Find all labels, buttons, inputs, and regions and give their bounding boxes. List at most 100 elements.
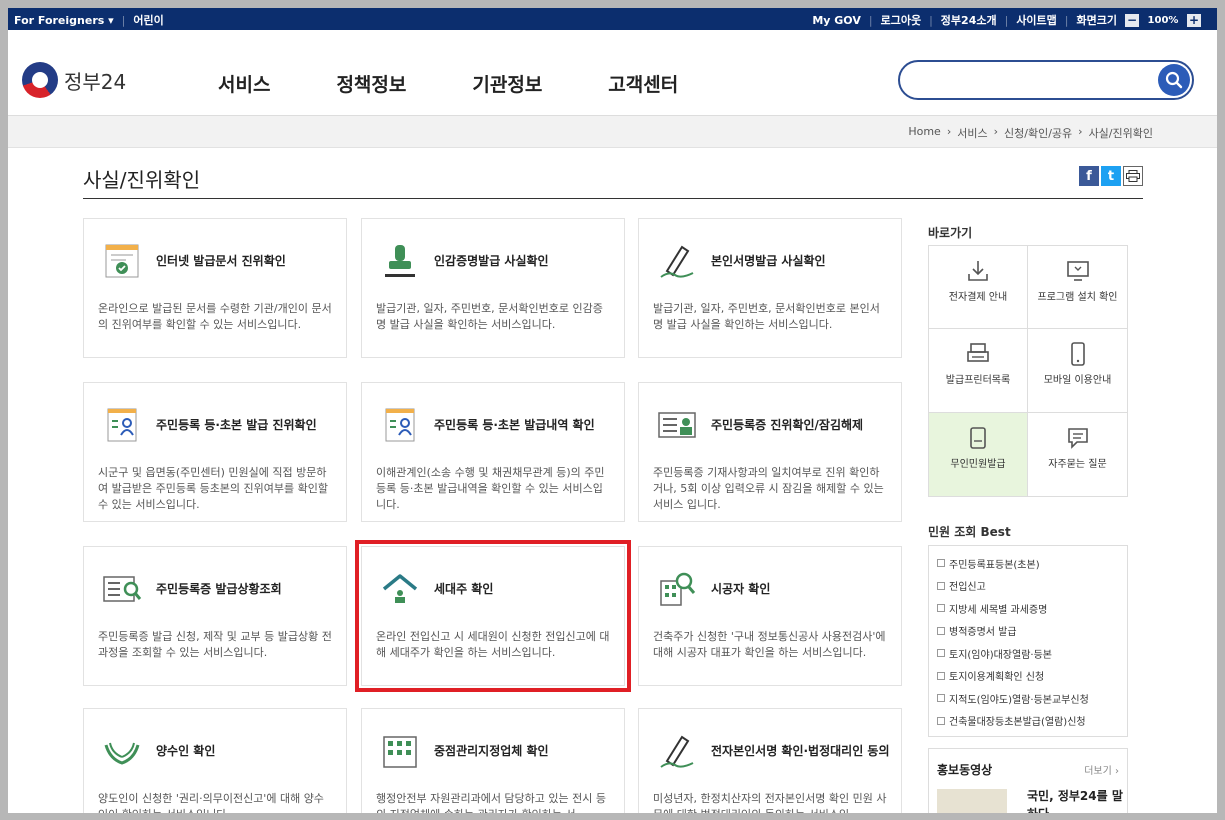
bullet-icon	[937, 671, 945, 680]
twitter-icon[interactable]: t	[1101, 166, 1121, 186]
card-householder-confirm[interactable]: 세대주 확인 온라인 전입신고 시 세대원이 신청한 전입신고에 대해 세대주가…	[355, 540, 631, 692]
logout-link[interactable]: 로그아웃	[881, 12, 921, 28]
card-transferee-confirm[interactable]: 양수인 확인 양도인이 신청한 '권리·의무이전신고'에 대해 양수인이 확인하…	[83, 708, 347, 813]
download-icon	[968, 261, 988, 281]
promo-headline[interactable]: 국민, 정부24를 말하다	[1027, 787, 1127, 813]
breadcrumb: Home › 서비스 › 신청/확인/공유 › 사실/진위확인	[908, 125, 1153, 141]
card-description: 발급기관, 일자, 주민번호, 문서확인번호로 본인서명 발급 사실을 확인하는…	[653, 302, 880, 331]
quick-payment-guide[interactable]: 전자결제 안내	[929, 246, 1028, 330]
list-item[interactable]: 지방세 세목별 과세증명	[937, 597, 1119, 620]
bullet-icon	[937, 604, 945, 613]
breadcrumb-bar: Home › 서비스 › 신청/확인/공유 › 사실/진위확인	[8, 116, 1217, 148]
zoom-in-button[interactable]: +	[1187, 13, 1201, 27]
card-title: 주민등록 등·초본 발급 진위확인	[156, 417, 317, 432]
card-id-card-verify[interactable]: 주민등록증 진위확인/잠김해제 주민등록증 기재사항과의 일치여부로 진위 확인…	[638, 382, 902, 522]
id-card-icon	[658, 412, 696, 438]
quick-label: 전자결제 안내	[948, 292, 1008, 303]
screen-size-label: 화면크기	[1076, 14, 1117, 27]
card-e-signature-guardian[interactable]: 전자본인서명 확인·법정대리인 동의 미성년자, 한정치산자의 전자본인서명 확…	[638, 708, 902, 813]
printer-icon	[967, 343, 989, 363]
for-foreigners-menu[interactable]: For Foreigners ▾	[14, 14, 114, 27]
quick-printer-list[interactable]: 발급프린터목록	[929, 329, 1028, 413]
list-item[interactable]: 주민등록표등본(초본)	[937, 552, 1119, 575]
nav-agency[interactable]: 기관정보	[472, 70, 542, 97]
utility-bar: For Foreigners ▾ | 어린이 My GOV | 로그아웃 | 정…	[8, 8, 1217, 30]
breadcrumb-current: 사실/진위확인	[1088, 127, 1153, 140]
card-description: 미성년자, 한정치산자의 전자본인서명 확인 민원 사무에 대한 법정대리인의 …	[653, 792, 887, 813]
card-designated-company-confirm[interactable]: 중점관리지정업체 확인 행정안전부 자원관리과에서 담당하고 있는 전시 등의 …	[361, 708, 625, 813]
house-icon	[382, 574, 418, 603]
gov24-logo[interactable]: 정부24	[22, 62, 126, 98]
breadcrumb-separator: ›	[993, 125, 999, 138]
sitemap-link[interactable]: 사이트맵	[1016, 12, 1056, 28]
card-id-card-issue-status[interactable]: 주민등록증 발급상황조회 주민등록증 발급 신청, 제작 및 교부 등 발급상황…	[83, 546, 347, 686]
divider: |	[868, 13, 873, 27]
quick-mobile-guide[interactable]: 모바일 이용안내	[1028, 329, 1127, 413]
card-description: 온라인으로 발급된 문서를 수령한 기관/개인이 문서의 진위여부를 확인할 수…	[98, 302, 332, 331]
card-description: 이해관계인(소송 수행 및 채권채무관계 등)의 주민등록 등·초본 발급내역을…	[376, 466, 605, 511]
list-item[interactable]: 토지이용계획확인 신청	[937, 665, 1119, 688]
promo-title: 홍보동영상	[937, 763, 993, 777]
search-icon	[1165, 71, 1183, 89]
quick-program-install[interactable]: 프로그램 설치 확인	[1028, 246, 1127, 330]
bullet-icon	[937, 694, 945, 703]
zoom-out-button[interactable]: −	[1125, 13, 1139, 27]
kids-link[interactable]: 어린이	[133, 12, 163, 28]
best-services-title: 민원 조회 Best	[928, 525, 1011, 539]
nav-services[interactable]: 서비스	[218, 70, 270, 97]
card-resident-copy-verify[interactable]: 주민등록 등·초본 발급 진위확인 시군구 및 읍면동(주민센터) 민원실에 직…	[83, 382, 347, 522]
bullet-icon	[937, 581, 945, 590]
promo-thumbnail[interactable]	[937, 789, 1007, 813]
card-title: 인감증명발급 사실확인	[434, 253, 549, 268]
list-item[interactable]: 건축물대장등초본발급(열람)신청	[937, 710, 1119, 733]
bullet-icon	[937, 559, 945, 568]
list-item[interactable]: 병적증명서 발급	[937, 620, 1119, 643]
list-item-label: 지방세 세목별 과세증명	[949, 604, 1048, 616]
nav-policy[interactable]: 정책정보	[336, 70, 406, 97]
card-contractor-confirm[interactable]: 시공자 확인 건축주가 신청한 '구내 정보통신공사 사용전검사'에 대해 시공…	[638, 546, 902, 686]
card-resident-copy-history[interactable]: 주민등록 등·초본 발급내역 확인 이해관계인(소송 수행 및 채권채무관계 등…	[361, 382, 625, 522]
my-gov-link[interactable]: My GOV	[812, 14, 861, 27]
zoom-control: − 100% +	[1125, 13, 1201, 27]
list-item[interactable]: 지적도(임야도)열람·등본교부신청	[937, 687, 1119, 710]
bullet-icon	[937, 626, 945, 635]
nav-support[interactable]: 고객센터	[608, 70, 678, 97]
pen-signature-icon	[660, 245, 694, 278]
card-title: 주민등록증 진위확인/잠김해제	[711, 417, 864, 432]
breadcrumb-separator: ›	[1078, 125, 1083, 138]
list-item-label: 지적도(임야도)열람·등본교부신청	[949, 694, 1089, 706]
card-title: 주민등록 등·초본 발급내역 확인	[434, 417, 595, 432]
card-description: 시군구 및 읍면동(주민센터) 민원실에 직접 방문하여 발급받은 주민등록 등…	[98, 466, 329, 511]
breadcrumb-services[interactable]: 서비스	[957, 125, 987, 141]
list-item[interactable]: 토지(임야)대장열람·등본	[937, 642, 1119, 665]
card-seal-cert-verify[interactable]: 인감증명발급 사실확인 발급기관, 일자, 주민번호, 문서확인번호로 인감증명…	[361, 218, 625, 358]
resident-doc-icon	[107, 408, 137, 442]
building-search-icon	[660, 572, 696, 606]
breadcrumb-home[interactable]: Home	[908, 125, 940, 141]
facebook-icon[interactable]: f	[1079, 166, 1099, 186]
card-title: 인터넷 발급문서 진위확인	[156, 253, 286, 268]
card-title: 시공자 확인	[711, 581, 771, 596]
quick-label: 프로그램 설치 확인	[1037, 292, 1118, 303]
card-signature-verify[interactable]: 본인서명발급 사실확인 발급기관, 일자, 주민번호, 문서확인번호로 본인서명…	[638, 218, 902, 358]
list-item[interactable]: 전입신고	[937, 575, 1119, 598]
mobile-phone-icon	[1070, 342, 1085, 367]
bullet-icon	[937, 649, 945, 658]
search-input[interactable]	[898, 60, 1194, 100]
page-title: 사실/진위확인	[83, 168, 201, 192]
promo-more-link[interactable]: 더보기 ›	[1084, 762, 1119, 777]
about-link[interactable]: 정부24소개	[941, 12, 997, 28]
card-title: 양수인 확인	[156, 743, 216, 758]
divider: |	[929, 13, 933, 27]
site-header: 정부24 서비스 정책정보 기관정보 고객센터	[8, 30, 1217, 116]
quick-unmanned-issuance[interactable]: 무인민원발급	[929, 412, 1028, 496]
resident-doc-icon	[385, 408, 415, 442]
print-icon[interactable]	[1123, 166, 1143, 186]
search-button[interactable]	[1158, 64, 1190, 96]
promo-video-box: 홍보동영상 더보기 › 국민, 정부24를 말하다	[928, 748, 1128, 813]
breadcrumb-apply[interactable]: 신청/확인/공유	[1004, 125, 1072, 141]
card-internet-doc-verify[interactable]: 인터넷 발급문서 진위확인 온라인으로 발급된 문서를 수령한 기관/개인이 문…	[83, 218, 347, 358]
quick-links-title: 바로가기	[928, 226, 973, 240]
quick-faq[interactable]: 자주묻는 질문	[1028, 413, 1127, 496]
list-item-label: 전입신고	[949, 582, 986, 594]
